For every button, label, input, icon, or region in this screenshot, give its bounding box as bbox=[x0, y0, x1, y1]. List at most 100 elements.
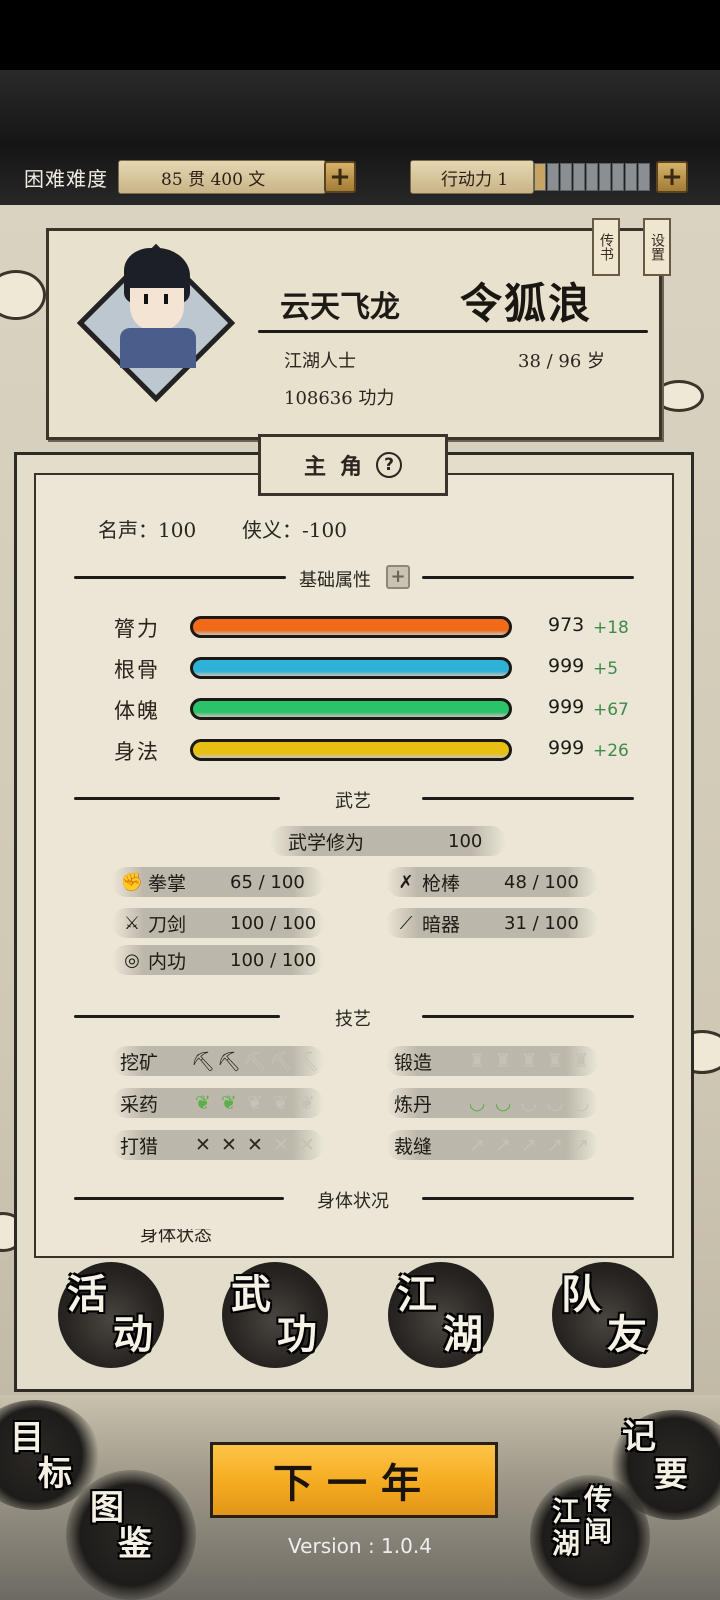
craft-label: 采药 bbox=[120, 1093, 159, 1116]
nav-label-bottom: 友 bbox=[607, 1311, 649, 1358]
nav-label-top: 武 bbox=[231, 1271, 273, 1318]
add-action-power-button[interactable]: + bbox=[656, 161, 688, 193]
dart-icon: ⟋ bbox=[399, 912, 413, 934]
martial-skill[interactable]: ✗ 枪棒 48 / 100 bbox=[386, 867, 598, 897]
profile-divider bbox=[258, 330, 648, 333]
next-year-button[interactable]: 下一年 bbox=[210, 1442, 498, 1518]
nav-label-bottom: 功 bbox=[277, 1311, 319, 1358]
nav-button-3[interactable]: 队 友 bbox=[552, 1262, 658, 1368]
craft-skill[interactable]: 挖矿 ⛏⛏⛏⛏⛏ bbox=[112, 1046, 324, 1076]
divider-right bbox=[422, 576, 634, 579]
martial-skill-value: 100 / 100 bbox=[230, 912, 317, 934]
money-field: 85 贯 400 文 bbox=[118, 160, 326, 194]
goal-char-1: 目 bbox=[10, 1418, 44, 1458]
craft-level-icons: ⛏⛏⛏⛏⛏ bbox=[190, 1050, 320, 1073]
anvil-icon: ♜ bbox=[520, 1050, 538, 1072]
martial-skill[interactable]: ◎ 内功 100 / 100 bbox=[112, 945, 324, 975]
craft-skill[interactable]: 采药 ❦ ❦ ❦ ❦ ❦ bbox=[112, 1088, 324, 1118]
pickaxe-icon: ⛏ bbox=[268, 1050, 294, 1073]
martial-skill[interactable]: ✊ 拳掌 65 / 100 bbox=[112, 867, 324, 897]
action-power-field: 行动力 1 bbox=[410, 160, 534, 194]
basic-attrs-header: 基础属性 bbox=[299, 570, 371, 591]
bowl-icon: ◡ bbox=[572, 1092, 590, 1114]
bowl-icon: ◡ bbox=[494, 1092, 512, 1114]
body-status-cut-text: 身体状态 bbox=[140, 1229, 240, 1243]
divider-left bbox=[74, 797, 280, 800]
add-money-button[interactable]: + bbox=[324, 161, 356, 193]
bow-icon: ✕ bbox=[195, 1134, 211, 1156]
craft-skill[interactable]: 打猎 ✕ ✕ ✕ ✕ ✕ bbox=[112, 1130, 324, 1160]
character-title: 云天飞龙 bbox=[280, 290, 400, 325]
craft-label: 挖矿 bbox=[120, 1051, 159, 1074]
divider-right bbox=[422, 1197, 634, 1200]
craft-label: 打猎 bbox=[120, 1135, 159, 1158]
craft-label: 裁缝 bbox=[394, 1135, 433, 1158]
herb-icon: ❦ bbox=[221, 1092, 237, 1114]
attribute-bonus: +5 bbox=[593, 659, 619, 679]
divider-left bbox=[74, 1015, 280, 1018]
fist-icon: ✊ bbox=[120, 871, 144, 893]
nav-button-1[interactable]: 武 功 bbox=[222, 1262, 328, 1368]
martial-cultivation: 武学修为 100 bbox=[270, 826, 506, 856]
craft-skill[interactable]: 裁缝 ↗ ↗ ↗ ↗ ↗ bbox=[386, 1130, 598, 1160]
bow-icon: ✕ bbox=[247, 1134, 263, 1156]
nav-label: 队 友 bbox=[555, 1275, 655, 1355]
martial-skill[interactable]: ⚔ 刀剑 100 / 100 bbox=[112, 908, 324, 938]
letters-tag-button[interactable]: 传书 bbox=[592, 218, 620, 276]
attribute-label: 根骨 bbox=[114, 658, 160, 682]
settings-tag-button[interactable]: 设置 bbox=[643, 218, 671, 276]
bowl-icon: ◡ bbox=[468, 1092, 486, 1114]
add-attribute-button[interactable]: + bbox=[386, 565, 410, 589]
nav-label-top: 江 bbox=[397, 1271, 439, 1318]
action-power-segment bbox=[638, 163, 650, 191]
nav-label: 武 功 bbox=[225, 1275, 325, 1355]
needle-icon: ↗ bbox=[521, 1134, 537, 1156]
nav-label: 活 动 bbox=[61, 1275, 161, 1355]
nav-button-0[interactable]: 活 动 bbox=[58, 1262, 164, 1368]
letters-tag-label: 传书 bbox=[598, 233, 614, 261]
craft-level-icons: ↗ ↗ ↗ ↗ ↗ bbox=[464, 1134, 594, 1156]
atlas-char-1: 图 bbox=[90, 1488, 124, 1528]
goal-button[interactable]: 目 标 bbox=[10, 1420, 72, 1492]
action-power-segment bbox=[573, 163, 585, 191]
goal-char-2: 标 bbox=[38, 1454, 72, 1494]
attribute-value: 999 bbox=[548, 737, 585, 759]
nav-button-2[interactable]: 江 湖 bbox=[388, 1262, 494, 1368]
needle-icon: ↗ bbox=[469, 1134, 485, 1156]
martial-skill-label: 暗器 bbox=[422, 913, 461, 936]
attribute-bar bbox=[190, 657, 512, 679]
attribute-label: 身法 bbox=[114, 740, 160, 764]
character-identity: 江湖人士 bbox=[284, 351, 356, 372]
craft-skill[interactable]: 锻造 ♜ ♜ ♜ ♜ ♜ bbox=[386, 1046, 598, 1076]
body-status-header: 身体状况 bbox=[317, 1191, 389, 1212]
craft-level-icons: ♜ ♜ ♜ ♜ ♜ bbox=[464, 1050, 594, 1072]
anvil-icon: ♜ bbox=[546, 1050, 564, 1072]
avatar[interactable] bbox=[116, 248, 196, 368]
action-power-segment bbox=[599, 163, 611, 191]
martial-skill-label: 刀剑 bbox=[148, 913, 187, 936]
action-power-segment bbox=[612, 163, 624, 191]
settings-tag-label: 设置 bbox=[649, 233, 665, 261]
notes-button[interactable]: 记 要 bbox=[622, 1418, 688, 1494]
bowl-icon: ◡ bbox=[546, 1092, 564, 1114]
pickaxe-icon: ⛏ bbox=[190, 1050, 216, 1073]
martial-skill-value: 31 / 100 bbox=[504, 912, 579, 934]
pickaxe-icon: ⛏ bbox=[294, 1050, 320, 1073]
craft-skill[interactable]: 炼丹 ◡ ◡ ◡ ◡ ◡ bbox=[386, 1088, 598, 1118]
help-icon[interactable]: ? bbox=[376, 452, 402, 478]
herb-icon: ❦ bbox=[247, 1092, 263, 1114]
nav-label-bottom: 湖 bbox=[443, 1311, 485, 1358]
action-power-segment bbox=[560, 163, 572, 191]
bow-icon: ✕ bbox=[273, 1134, 289, 1156]
martial-header: 武艺 bbox=[335, 791, 371, 812]
attribute-bonus: +18 bbox=[593, 618, 629, 638]
martial-skill-label: 拳掌 bbox=[148, 872, 187, 895]
divider-right bbox=[422, 797, 634, 800]
needle-icon: ↗ bbox=[573, 1134, 589, 1156]
martial-skill[interactable]: ⟋ 暗器 31 / 100 bbox=[386, 908, 598, 938]
tab-protagonist[interactable]: 主角 ? bbox=[258, 434, 448, 496]
pickaxe-icon: ⛏ bbox=[216, 1050, 242, 1073]
craft-level-icons: ◡ ◡ ◡ ◡ ◡ bbox=[464, 1092, 594, 1114]
money-amount: 85 贯 400 文 bbox=[161, 169, 266, 190]
legend-char-1: 江 bbox=[552, 1495, 581, 1528]
